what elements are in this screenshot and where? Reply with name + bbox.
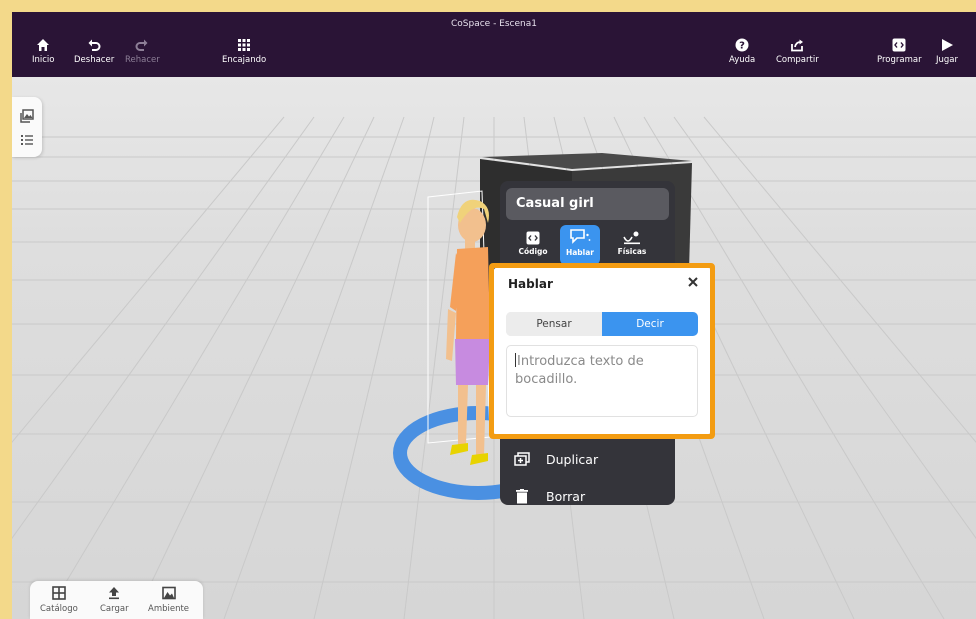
home-icon [37, 39, 50, 51]
speech-text-placeholder: Introduzca texto de bocadillo. [515, 354, 644, 387]
home-button[interactable]: Inicio [32, 38, 55, 72]
delete-menu-item[interactable]: Borrar [514, 485, 585, 507]
share-label: Compartir [776, 55, 819, 65]
catalog-button[interactable]: Catálogo [40, 586, 78, 614]
bottom-toolbar: Catálogo Cargar Ambiente [30, 581, 203, 619]
catalog-icon [52, 586, 66, 600]
undo-label: Deshacer [74, 55, 115, 65]
home-label: Inicio [32, 55, 55, 65]
text-caret [515, 353, 516, 367]
help-icon: ? [735, 38, 749, 52]
environment-icon [161, 586, 176, 600]
upload-button[interactable]: Cargar [100, 586, 129, 614]
tab-fisicas[interactable]: Físicas [612, 225, 652, 265]
speech-bubble-icon [570, 229, 591, 244]
decir-option[interactable]: Decir [602, 312, 698, 336]
window-title: CoSpace - Escena1 [451, 19, 537, 29]
environment-button[interactable]: Ambiente [148, 586, 189, 614]
tab-hablar-label: Hablar [565, 248, 595, 257]
upload-icon [109, 587, 120, 600]
speak-dialog: Hablar Pensar Decir Introduzca texto de … [494, 268, 710, 434]
play-icon [942, 39, 953, 51]
redo-icon [135, 39, 148, 51]
play-label: Jugar [936, 55, 958, 65]
tab-codigo[interactable]: Código [513, 225, 553, 265]
duplicate-label: Duplicar [546, 451, 599, 467]
speak-mode-toggle: Pensar Decir [506, 312, 698, 336]
svg-text:?: ? [739, 41, 745, 52]
left-side-panel [12, 97, 42, 157]
trash-icon [516, 488, 528, 503]
close-icon[interactable] [686, 275, 700, 289]
program-button[interactable]: Programar [877, 38, 922, 72]
undo-button[interactable]: Deshacer [74, 38, 114, 72]
pensar-option[interactable]: Pensar [506, 312, 602, 336]
gallery-icon[interactable] [20, 109, 34, 123]
catalog-label: Catálogo [40, 604, 78, 614]
tab-hablar[interactable]: Hablar [560, 225, 600, 265]
object-name-field[interactable]: Casual girl [506, 188, 669, 220]
tab-codigo-label: Código [518, 247, 548, 256]
snap-button[interactable]: Encajando [222, 38, 266, 72]
grid-snap-icon [238, 39, 251, 51]
undo-icon [88, 39, 101, 51]
help-label: Ayuda [729, 55, 756, 65]
list-icon[interactable] [20, 133, 34, 147]
upload-label: Cargar [100, 604, 129, 614]
play-button[interactable]: Jugar [936, 38, 958, 72]
delete-label: Borrar [546, 488, 586, 504]
code-icon [892, 38, 906, 52]
redo-label: Rehacer [125, 55, 160, 65]
help-button[interactable]: ? Ayuda [729, 38, 755, 72]
tab-fisicas-label: Físicas [617, 247, 647, 256]
top-toolbar: CoSpace - Escena1 Inicio Deshacer Rehace… [12, 12, 976, 77]
duplicate-icon [514, 452, 530, 466]
snap-label: Encajando [222, 55, 267, 65]
share-icon [791, 39, 804, 52]
physics-icon [623, 231, 640, 245]
speak-dialog-title: Hablar [508, 277, 553, 291]
share-button[interactable]: Compartir [776, 38, 819, 72]
program-label: Programar [877, 55, 922, 65]
code-icon [526, 231, 540, 245]
redo-button[interactable]: Rehacer [125, 38, 160, 72]
app-window: CoSpace - Escena1 Inicio Deshacer Rehace… [12, 12, 976, 619]
duplicate-menu-item[interactable]: Duplicar [514, 448, 598, 470]
environment-label: Ambiente [148, 604, 190, 614]
speech-text-input[interactable]: Introduzca texto de bocadillo. [506, 345, 698, 417]
scene-viewport[interactable]: Catálogo Cargar Ambiente Casual girl Cód… [12, 77, 976, 619]
